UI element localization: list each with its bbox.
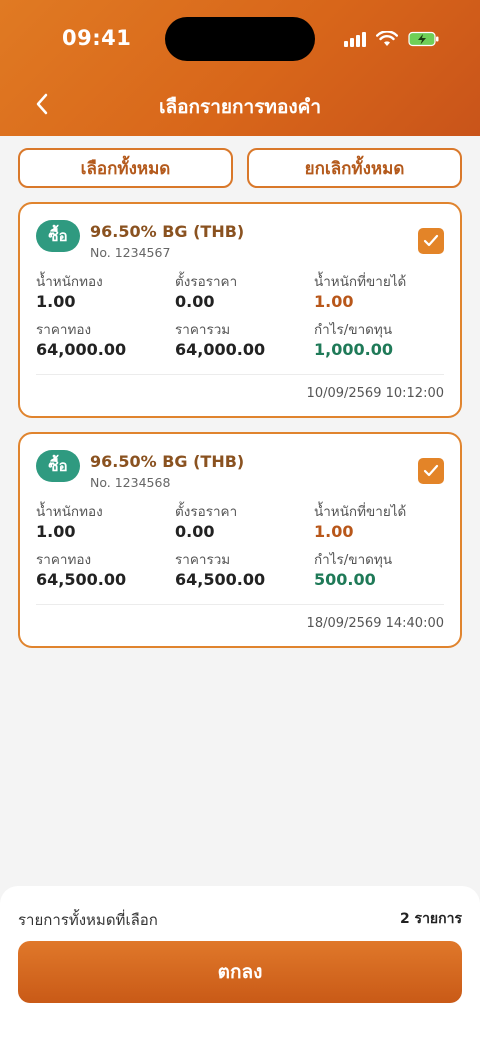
- item-checkbox[interactable]: [418, 458, 444, 484]
- pending-price-label: ตั้งรอราคา: [175, 504, 238, 520]
- gold-price-label: ราคาทอง: [36, 322, 92, 338]
- check-icon: [423, 234, 439, 247]
- total-price-value: 64,500.00: [175, 570, 266, 589]
- pending-price-value: 0.00: [175, 292, 215, 311]
- item-title: 96.50% BG (THB): [90, 222, 245, 241]
- item-number: No. 1234567: [90, 245, 171, 260]
- status-time: 09:41: [62, 26, 132, 50]
- sellable-weight-label: น้ำหนักที่ขายได้: [314, 504, 407, 520]
- sellable-weight-value: 1.00: [314, 522, 354, 541]
- card-divider: [36, 374, 444, 375]
- app-header: 09:41 เลือกรายการทองคำ: [0, 0, 480, 136]
- check-icon: [423, 464, 439, 477]
- deselect-all-button[interactable]: ยกเลิกทั้งหมด: [247, 148, 462, 188]
- profit-loss-value: 1,000.00: [314, 340, 393, 359]
- total-price-label: ราคารวม: [175, 552, 231, 568]
- page-title: เลือกรายการทองคำ: [158, 96, 322, 118]
- total-price-value: 64,000.00: [175, 340, 266, 359]
- gold-item-list: ซื้อ 96.50% BG (THB) No. 1234567 น้ำหนัก…: [18, 202, 462, 662]
- item-number: No. 1234568: [90, 475, 171, 490]
- sellable-weight-value: 1.00: [314, 292, 354, 311]
- gold-weight-value: 1.00: [36, 522, 76, 541]
- cellular-signal-icon: [344, 31, 366, 47]
- confirm-button[interactable]: ตกลง: [18, 941, 462, 1003]
- buy-badge: ซื้อ: [36, 450, 80, 482]
- gold-price-label: ราคาทอง: [36, 552, 92, 568]
- item-checkbox[interactable]: [418, 228, 444, 254]
- dynamic-island: [165, 17, 315, 61]
- card-divider: [36, 604, 444, 605]
- gold-item-card[interactable]: ซื้อ 96.50% BG (THB) No. 1234567 น้ำหนัก…: [18, 202, 462, 418]
- gold-price-value: 64,000.00: [36, 340, 127, 359]
- pending-price-value: 0.00: [175, 522, 215, 541]
- item-datetime: 18/09/2569 14:40:00: [306, 616, 444, 631]
- profit-loss-label: กำไร/ขาดทุน: [314, 322, 393, 338]
- profit-loss-value: 500.00: [314, 570, 376, 589]
- gold-weight-value: 1.00: [36, 292, 76, 311]
- item-details: น้ำหนักทอง 1.00 ตั้งรอราคา 0.00 น้ำหนักท…: [36, 500, 448, 596]
- battery-charging-icon: [408, 31, 439, 47]
- status-icons: [344, 30, 440, 48]
- item-datetime: 10/09/2569 10:12:00: [306, 386, 444, 401]
- buy-badge: ซื้อ: [36, 220, 80, 252]
- bulk-actions: เลือกทั้งหมด ยกเลิกทั้งหมด: [18, 148, 462, 188]
- gold-weight-label: น้ำหนักทอง: [36, 274, 103, 290]
- item-details: น้ำหนักทอง 1.00 ตั้งรอราคา 0.00 น้ำหนักท…: [36, 270, 448, 366]
- pending-price-label: ตั้งรอราคา: [175, 274, 238, 290]
- total-price-label: ราคารวม: [175, 322, 231, 338]
- gold-item-card[interactable]: ซื้อ 96.50% BG (THB) No. 1234568 น้ำหนัก…: [18, 432, 462, 648]
- item-title: 96.50% BG (THB): [90, 452, 245, 471]
- select-all-button[interactable]: เลือกทั้งหมด: [18, 148, 233, 188]
- selection-summary-sheet: รายการทั้งหมดที่เลือก 2 รายการ ตกลง: [0, 886, 480, 1044]
- sellable-weight-label: น้ำหนักที่ขายได้: [314, 274, 407, 290]
- wifi-icon: [376, 31, 398, 46]
- gold-price-value: 64,500.00: [36, 570, 127, 589]
- gold-weight-label: น้ำหนักทอง: [36, 504, 103, 520]
- profit-loss-label: กำไร/ขาดทุน: [314, 552, 393, 568]
- summary-label: รายการทั้งหมดที่เลือก: [18, 911, 158, 929]
- summary-count: 2 รายการ: [399, 911, 462, 927]
